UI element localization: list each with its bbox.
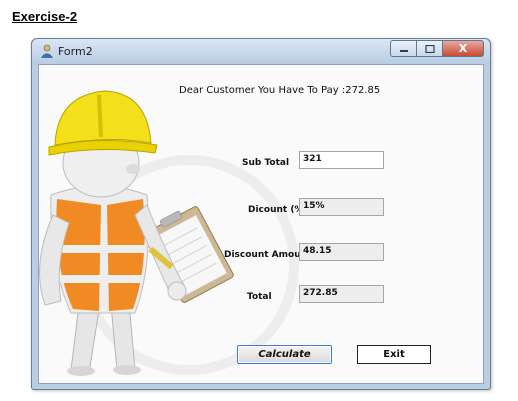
user-icon xyxy=(40,44,54,58)
exit-button[interactable]: Exit xyxy=(357,345,431,364)
total-label: Total xyxy=(247,292,272,302)
maximize-button[interactable] xyxy=(416,40,442,57)
close-button[interactable]: X xyxy=(442,40,484,57)
sub-total-input[interactable]: 321 xyxy=(299,151,384,169)
total-field[interactable]: 272.85 xyxy=(299,285,384,303)
payment-message: Dear Customer You Have To Pay :272.85 xyxy=(179,85,381,96)
maximize-icon xyxy=(424,44,435,53)
title-bar[interactable]: Form2 X xyxy=(32,39,490,63)
construction-worker-illustration xyxy=(39,90,234,376)
minimize-button[interactable] xyxy=(390,40,416,57)
minimize-icon xyxy=(399,49,408,52)
discount-amount-field[interactable]: 48.15 xyxy=(299,243,384,261)
close-icon: X xyxy=(458,42,468,55)
calculate-button[interactable]: Calculate xyxy=(237,345,332,364)
document-heading: Exercise-2 xyxy=(12,9,78,24)
sub-total-label: Sub Total xyxy=(242,158,290,168)
form-window: Form2 X Dear Customer You Have To Pay:2… xyxy=(31,38,491,390)
form-client-area: Dear Customer You Have To Pay :272.85 Su… xyxy=(38,64,484,384)
window-title: Form2 xyxy=(58,45,93,58)
caption-buttons: X xyxy=(390,40,484,57)
discount-field[interactable]: 15% xyxy=(299,198,384,216)
